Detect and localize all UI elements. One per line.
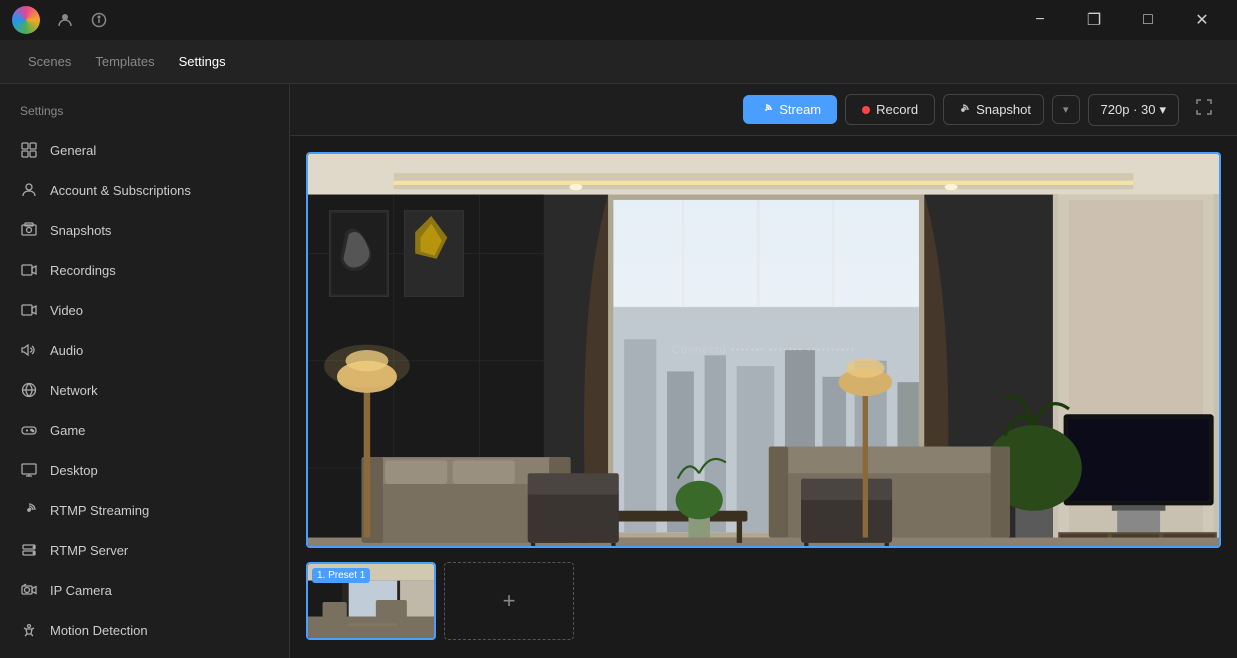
sidebar-item-network[interactable]: Network <box>0 370 289 410</box>
quality-chevron: ▾ <box>1159 102 1166 118</box>
account-label: Account & Subscriptions <box>50 183 191 198</box>
desktop-icon <box>20 461 38 479</box>
close-button[interactable]: ✕ <box>1179 4 1225 36</box>
nav-templates[interactable]: Templates <box>83 46 166 77</box>
game-label: Game <box>50 423 85 438</box>
account-icon <box>20 181 38 199</box>
network-label: Network <box>50 383 98 398</box>
record-label: Record <box>876 102 918 117</box>
thumbnail-preset-1[interactable]: 1. Preset 1 <box>306 562 436 640</box>
nav-settings[interactable]: Settings <box>167 46 238 77</box>
sidebar-item-ip-camera[interactable]: IP Camera <box>0 570 289 610</box>
add-preset-button[interactable]: + <box>444 562 574 640</box>
sidebar-item-account[interactable]: Account & Subscriptions <box>0 170 289 210</box>
quality-label: 720p · 30 <box>1101 102 1156 117</box>
rtmp-streaming-icon <box>20 501 38 519</box>
settings-sidebar: Settings General Account & Subscriptions <box>0 84 290 658</box>
titlebar: − ❐ □ ✕ <box>0 0 1237 40</box>
general-label: General <box>50 143 96 158</box>
video-frame: Connectu ••••••• ••••••• •••••••••• <box>306 152 1221 548</box>
sidebar-item-general[interactable]: General <box>0 130 289 170</box>
app-logo <box>12 6 40 34</box>
window-controls: − ❐ □ ✕ <box>1017 4 1225 36</box>
snapshot-label: Snapshot <box>976 102 1031 117</box>
video-toolbar: Stream Record Snapshot ▾ 720p · 30 ▾ <box>290 84 1237 136</box>
snapshots-label: Snapshots <box>50 223 111 238</box>
sidebar-item-game[interactable]: Game <box>0 410 289 450</box>
snapshots-icon <box>20 221 38 239</box>
rtmp-server-icon <box>20 541 38 559</box>
general-icon <box>20 141 38 159</box>
desktop-label: Desktop <box>50 463 98 478</box>
fullscreen-icon <box>1195 98 1213 116</box>
stream-button[interactable]: Stream <box>743 95 837 124</box>
sidebar-item-recordings[interactable]: Recordings <box>0 250 289 290</box>
video-icon <box>20 301 38 319</box>
audio-icon <box>20 341 38 359</box>
watermark: Connectu ••••••• ••••••• •••••••••• <box>672 344 856 356</box>
game-icon <box>20 421 38 439</box>
add-icon: + <box>503 588 516 614</box>
sidebar-item-video[interactable]: Video <box>0 290 289 330</box>
recordings-icon <box>20 261 38 279</box>
snapshot-icon <box>956 103 970 117</box>
stream-label: Stream <box>779 102 821 117</box>
sidebar-item-snapshots[interactable]: Snapshots <box>0 210 289 250</box>
main-layout: Settings General Account & Subscriptions <box>0 84 1237 658</box>
navbar: Scenes Templates Settings <box>0 40 1237 84</box>
snapshot-button[interactable]: Snapshot <box>943 94 1044 125</box>
sidebar-item-hotkeys[interactable]: Hotkeys <box>0 650 289 658</box>
video-label: Video <box>50 303 83 318</box>
restore-button[interactable]: ❐ <box>1071 4 1117 36</box>
recordings-label: Recordings <box>50 263 116 278</box>
sidebar-title: Settings <box>0 96 289 130</box>
minimize-button[interactable]: − <box>1017 4 1063 36</box>
maximize-button[interactable]: □ <box>1125 4 1171 36</box>
ip-camera-icon <box>20 581 38 599</box>
quality-selector[interactable]: 720p · 30 ▾ <box>1088 94 1179 126</box>
record-button[interactable]: Record <box>845 94 935 125</box>
ip-camera-label: IP Camera <box>50 583 112 598</box>
thumbnail-strip: 1. Preset 1 + <box>306 560 1221 642</box>
network-icon <box>20 381 38 399</box>
sidebar-item-motion-detection[interactable]: Motion Detection <box>0 610 289 650</box>
audio-label: Audio <box>50 343 83 358</box>
titlebar-icons <box>56 11 108 29</box>
rtmp-server-label: RTMP Server <box>50 543 128 558</box>
nav-scenes[interactable]: Scenes <box>16 46 83 77</box>
video-scene: Connectu ••••••• ••••••• •••••••••• <box>308 154 1219 546</box>
content-area: Stream Record Snapshot ▾ 720p · 30 ▾ <box>290 84 1237 658</box>
stream-icon <box>759 103 773 117</box>
rtmp-streaming-label: RTMP Streaming <box>50 503 149 518</box>
record-indicator <box>862 106 870 114</box>
video-area: Connectu ••••••• ••••••• •••••••••• <box>290 136 1237 658</box>
sidebar-item-desktop[interactable]: Desktop <box>0 450 289 490</box>
fullscreen-button[interactable] <box>1187 94 1221 125</box>
motion-detection-icon <box>20 621 38 639</box>
user-icon[interactable] <box>56 11 74 29</box>
sidebar-item-rtmp-server[interactable]: RTMP Server <box>0 530 289 570</box>
sidebar-item-rtmp-streaming[interactable]: RTMP Streaming <box>0 490 289 530</box>
info-icon[interactable] <box>90 11 108 29</box>
motion-detection-label: Motion Detection <box>50 623 148 638</box>
sidebar-item-audio[interactable]: Audio <box>0 330 289 370</box>
snapshot-dropdown[interactable]: ▾ <box>1052 95 1080 124</box>
thumbnail-label: 1. Preset 1 <box>312 568 370 583</box>
